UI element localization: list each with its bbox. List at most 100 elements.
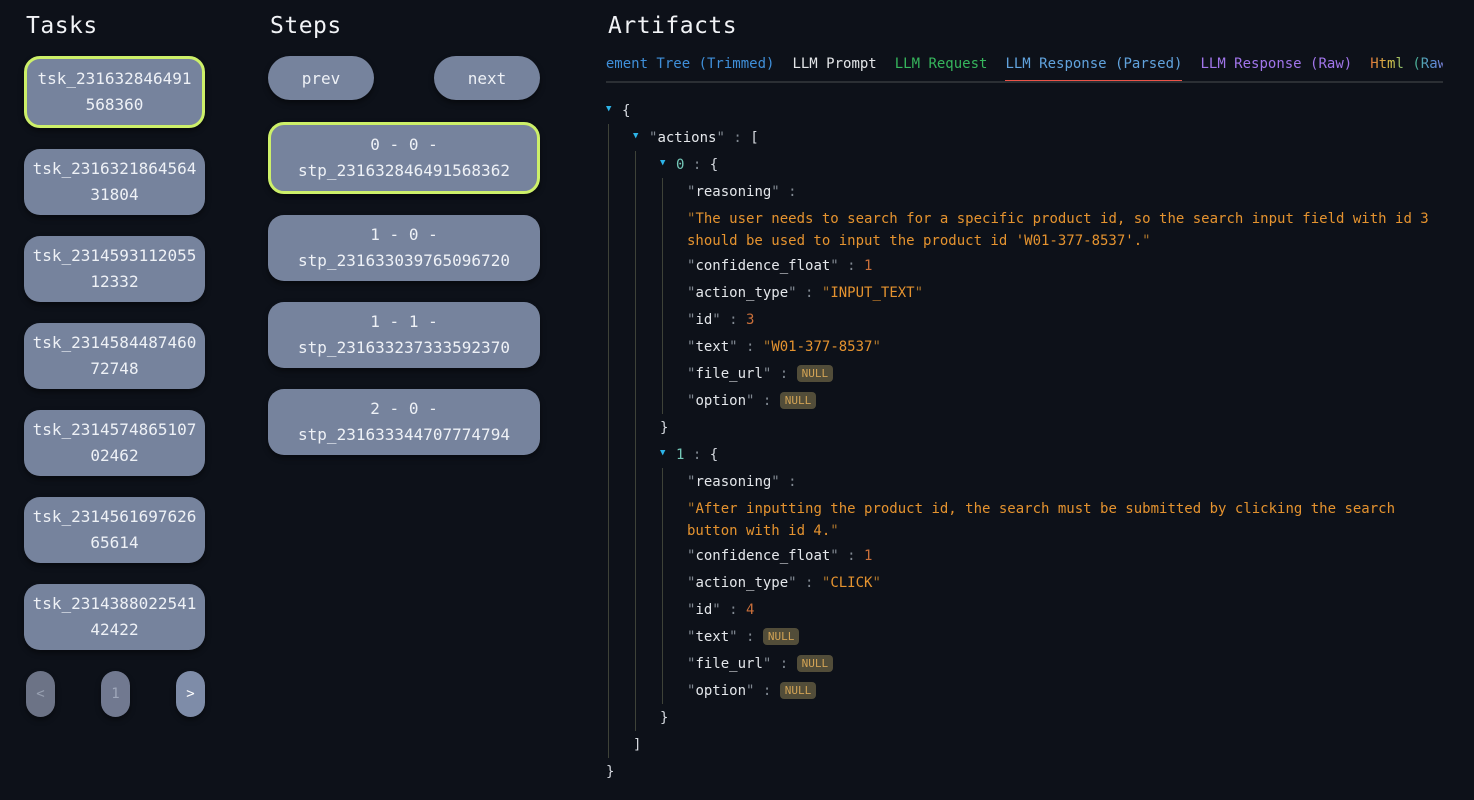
indent-guide [633,677,660,704]
indent-guide [606,387,633,414]
json-key: text [695,629,729,645]
tasks-panel: Tasks tsk_231632846491568360 tsk_23163218… [24,0,205,717]
json-row: "confidence_float" : 1 [606,252,1443,279]
json-row: "action_type" : "CLICK" [606,569,1443,596]
artifact-tab[interactable]: LLM Response (Raw) [1200,56,1352,83]
json-row-content: "confidence_float" : 1 [687,542,1443,569]
indent-guide [633,387,660,414]
indent-guide [606,279,633,306]
pagination-page-button[interactable]: 1 [101,671,130,717]
artifact-tab[interactable]: Element Tree (Trimmed) [606,56,774,83]
json-row: ▼{ [606,97,1443,124]
collapse-arrow-icon[interactable]: ▼ [660,441,676,468]
indent-guide [606,414,633,441]
json-number: 3 [746,312,754,328]
task-item-button[interactable]: tsk_231457486510702462 [24,410,205,476]
task-list: tsk_231632846491568360 tsk_23163218645643… [24,56,205,650]
indent-guide [606,704,633,731]
task-item-button[interactable]: tsk_231456169762665614 [24,497,205,563]
indent-guide [633,360,660,387]
indent-guide [633,279,660,306]
json-null-badge: NULL [780,392,817,409]
step-item-button[interactable]: 0 - 0 -stp_231632846491568362 [268,122,540,194]
json-punctuation: : [839,258,864,274]
json-row: "text" : "W01-377-8537" [606,333,1443,360]
json-row-content: "id" : 3 [687,306,1443,333]
indent-guide [606,596,633,623]
json-string: CLICK [830,575,872,591]
json-key-quote: " [771,184,779,200]
indent-guide [606,252,633,279]
indent-guide [606,333,633,360]
json-punctuation: : [771,366,796,382]
json-string: After inputting the product id, the sear… [687,501,1403,539]
pagination-prev-button[interactable]: < [26,671,55,717]
pagination-next-button[interactable]: > [176,671,205,717]
step-coords: 0 - 0 - [370,135,437,154]
json-punctuation: : [725,130,750,146]
steps-next-button[interactable]: next [434,56,540,100]
artifact-tab[interactable]: LLM Request [895,56,988,83]
json-row-content: "action_type" : "CLICK" [687,569,1443,596]
json-row-content: "After inputting the product id, the sea… [687,495,1443,542]
json-key-quote: " [712,602,720,618]
step-item-button[interactable]: 1 - 1 -stp_231633237333592370 [268,302,540,368]
indent-guide [660,252,687,279]
indent-guide [633,596,660,623]
json-key-quote: " [716,130,724,146]
steps-prev-button[interactable]: prev [268,56,374,100]
step-item-button[interactable]: 1 - 0 -stp_231633039765096720 [268,215,540,281]
step-item-button[interactable]: 2 - 0 -stp_231633344707774794 [268,389,540,455]
indent-guide [606,468,633,495]
indent-guide [606,124,633,151]
collapse-arrow-icon[interactable]: ▼ [633,124,649,151]
json-string-quote: " [872,575,880,591]
indent-guide [633,252,660,279]
tasks-pagination: < 1 > [26,671,205,717]
indent-guide [606,306,633,333]
json-row-content: "file_url" : NULL [687,650,1443,677]
json-null-badge: NULL [780,682,817,699]
artifact-tab[interactable]: LLM Response (Parsed) [1005,56,1182,83]
json-number: 1 [864,258,872,274]
json-punctuation: : [721,602,746,618]
indent-guide [660,178,687,205]
task-item-button[interactable]: tsk_231632846491568360 [24,56,205,128]
indent-guide [633,151,660,178]
indent-guide [633,569,660,596]
json-punctuation: : [684,157,709,173]
json-row: "file_url" : NULL [606,650,1443,677]
json-punctuation: : [771,656,796,672]
indent-guide [606,650,633,677]
indent-guide [633,495,660,542]
indent-guide [633,178,660,205]
indent-guide [606,677,633,704]
task-item-button[interactable]: tsk_231459311205512332 [24,236,205,302]
collapse-arrow-icon[interactable]: ▼ [606,97,622,124]
step-id: stp_231633344707774794 [298,425,510,444]
json-brace: [ [750,130,758,146]
indent-guide [660,542,687,569]
json-row-content: { [622,97,1443,124]
artifact-tab[interactable]: LLM Prompt [792,56,876,83]
json-punctuation: : [738,629,763,645]
indent-guide [633,414,660,441]
task-item-button[interactable]: tsk_231438802254142422 [24,584,205,650]
json-brace: { [622,103,630,119]
json-row-content: "actions" : [ [649,124,1443,151]
collapse-arrow-icon[interactable]: ▼ [660,151,676,178]
json-row: "file_url" : NULL [606,360,1443,387]
json-row-content: "text" : NULL [687,623,1443,650]
json-row-content: "option" : NULL [687,677,1443,704]
indent-guide [633,468,660,495]
task-item-button[interactable]: tsk_231458448746072748 [24,323,205,389]
indent-guide [660,650,687,677]
json-key: id [695,312,712,328]
artifact-tab-bar: Element Tree (Trimmed) LLM Prompt LLM Requ… [606,56,1443,83]
json-row: "id" : 3 [606,306,1443,333]
json-punctuation: : [780,184,797,200]
tasks-title: Tasks [26,13,205,39]
json-key-quote: " [830,548,838,564]
artifact-tab[interactable]: Html (Raw) [1370,56,1443,83]
task-item-button[interactable]: tsk_231632186456431804 [24,149,205,215]
